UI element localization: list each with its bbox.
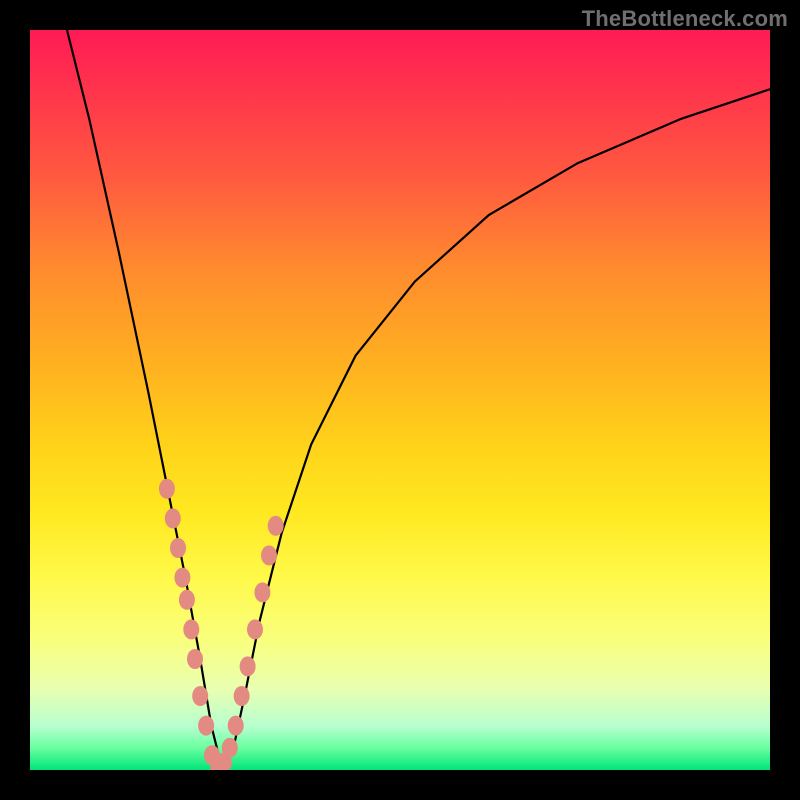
outer-frame: TheBottleneck.com <box>0 0 800 800</box>
marker-dot <box>234 686 250 706</box>
marker-dot <box>228 716 244 736</box>
chart-svg <box>30 30 770 770</box>
bottleneck-curve <box>67 30 770 770</box>
marker-dot <box>268 516 284 536</box>
marker-dot <box>254 582 270 602</box>
marker-dot <box>187 649 203 669</box>
marker-dot <box>179 590 195 610</box>
marker-dot <box>174 568 190 588</box>
marker-dot <box>192 686 208 706</box>
marker-dot <box>159 479 175 499</box>
marker-dot <box>170 538 186 558</box>
marker-dot <box>183 619 199 639</box>
curve-path <box>67 30 770 770</box>
sample-markers <box>159 479 284 770</box>
marker-dot <box>222 738 238 758</box>
marker-dot <box>261 545 277 565</box>
marker-dot <box>165 508 181 528</box>
watermark-text: TheBottleneck.com <box>582 6 788 32</box>
marker-dot <box>240 656 256 676</box>
marker-dot <box>198 716 214 736</box>
marker-dot <box>247 619 263 639</box>
plot-area <box>30 30 770 770</box>
